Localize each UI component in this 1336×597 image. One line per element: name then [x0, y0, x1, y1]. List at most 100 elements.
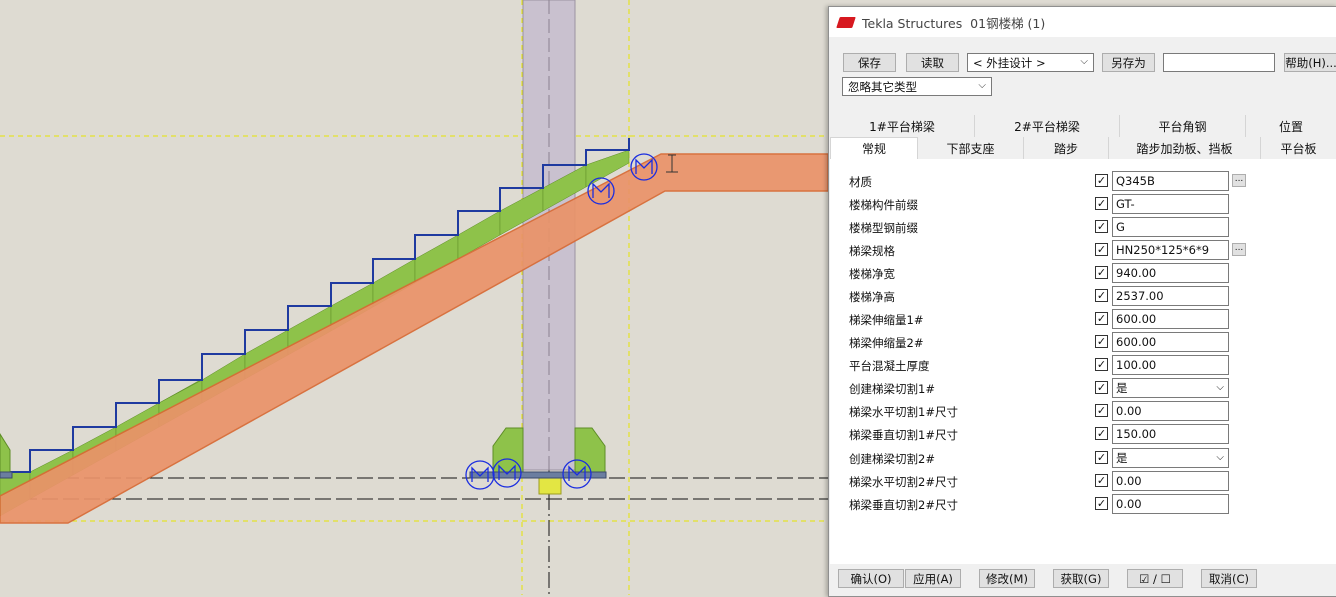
field-row-create-cut-1: 创建梯梁切割1# ✓ 是 ⌵ [830, 377, 1336, 400]
field-row-vertical-cut-1: 梯梁垂直切割1#尺寸 ✓ 150.00 [830, 423, 1336, 446]
tekla-logo-icon [836, 16, 856, 28]
field-checkbox[interactable]: ✓ [1095, 404, 1108, 417]
get-button[interactable]: 获取(G) [1053, 569, 1109, 588]
tab-platform-angle[interactable]: 平台角钢 [1120, 115, 1246, 137]
dialog-title: Tekla Structures 01钢楼梯 (1) [862, 15, 1046, 31]
save-button[interactable]: 保存 [843, 53, 896, 72]
field-row-extension-1: 梯梁伸缩量1# ✓ 600.00 [830, 308, 1336, 331]
field-label: 创建梯梁切割2# [849, 452, 935, 466]
tab-treads[interactable]: 踏步 [1024, 137, 1109, 159]
save-as-name-input[interactable] [1163, 53, 1275, 72]
apply-button[interactable]: 应用(A) [905, 569, 961, 588]
filter-select[interactable]: 忽略其它类型 ⌵ [842, 77, 992, 96]
tab-lower-support[interactable]: 下部支座 [918, 137, 1024, 159]
chevron-down-icon: ⌵ [1216, 382, 1224, 393]
field-checkbox[interactable]: ✓ [1095, 381, 1108, 394]
save-as-button[interactable]: 另存为 [1102, 53, 1155, 72]
tab-platform-plate[interactable]: 平台板 [1261, 137, 1336, 159]
field-input[interactable]: 0.00 [1112, 471, 1229, 491]
field-label: 梯梁水平切割2#尺寸 [849, 475, 958, 489]
field-checkbox[interactable]: ✓ [1095, 474, 1108, 487]
field-label: 梯梁垂直切割2#尺寸 [849, 498, 958, 512]
tab-position[interactable]: 位置 [1246, 115, 1336, 137]
field-row-horizontal-cut-1: 梯梁水平切割1#尺寸 ✓ 0.00 [830, 400, 1336, 423]
field-select[interactable]: 是 ⌵ [1112, 448, 1229, 468]
field-row-clear-height: 楼梯净高 ✓ 2537.00 [830, 285, 1336, 308]
cancel-button[interactable]: 取消(C) [1201, 569, 1257, 588]
field-checkbox[interactable]: ✓ [1095, 197, 1108, 210]
field-input[interactable]: Q345B [1112, 171, 1229, 191]
field-label: 梯梁伸缩量1# [849, 313, 924, 327]
field-checkbox[interactable]: ✓ [1095, 358, 1108, 371]
browse-button[interactable]: ... [1232, 243, 1246, 256]
field-row-extension-2: 梯梁伸缩量2# ✓ 600.00 [830, 331, 1336, 354]
field-input[interactable]: HN250*125*6*9 [1112, 240, 1229, 260]
field-checkbox[interactable]: ✓ [1095, 220, 1108, 233]
field-label: 楼梯净高 [849, 290, 895, 304]
load-button[interactable]: 读取 [906, 53, 959, 72]
field-label: 梯梁规格 [849, 244, 895, 258]
stair-properties-dialog: Tekla Structures 01钢楼梯 (1) 保存 读取 < 外挂设计 … [828, 6, 1336, 597]
field-row-concrete-thickness: 平台混凝土厚度 ✓ 100.00 [830, 354, 1336, 377]
field-label: 梯梁水平切割1#尺寸 [849, 405, 958, 419]
field-checkbox[interactable]: ✓ [1095, 427, 1108, 440]
browse-button[interactable]: ... [1232, 174, 1246, 187]
field-select-value: 是 [1116, 451, 1128, 465]
field-checkbox[interactable]: ✓ [1095, 266, 1108, 279]
field-label: 梯梁伸缩量2# [849, 336, 924, 350]
field-select-value: 是 [1116, 381, 1128, 395]
field-input[interactable]: G [1112, 217, 1229, 237]
field-input[interactable]: 2537.00 [1112, 286, 1229, 306]
field-row-create-cut-2: 创建梯梁切割2# ✓ 是 ⌵ [830, 447, 1336, 470]
field-input[interactable]: 150.00 [1112, 424, 1229, 444]
field-checkbox[interactable]: ✓ [1095, 174, 1108, 187]
field-label: 楼梯型钢前缀 [849, 221, 918, 235]
ok-button[interactable]: 确认(O) [838, 569, 904, 588]
field-input[interactable]: 600.00 [1112, 309, 1229, 329]
dialog-titlebar[interactable]: Tekla Structures 01钢楼梯 (1) [829, 7, 1336, 37]
field-checkbox[interactable]: ✓ [1095, 451, 1108, 464]
tab-general[interactable]: 常规 [830, 137, 918, 159]
modify-button[interactable]: 修改(M) [979, 569, 1035, 588]
field-label: 创建梯梁切割1# [849, 382, 935, 396]
field-input[interactable]: 100.00 [1112, 355, 1229, 375]
tab-row-front: 常规 下部支座 踏步 踏步加劲板、挡板 平台板 [830, 137, 1336, 160]
field-label: 楼梯构件前缀 [849, 198, 918, 212]
field-row-clear-width: 楼梯净宽 ✓ 940.00 [830, 262, 1336, 285]
field-row-vertical-cut-2: 梯梁垂直切割2#尺寸 ✓ 0.00 [830, 493, 1336, 516]
field-row-profile-prefix: 楼梯型钢前缀 ✓ G [830, 216, 1336, 239]
field-input[interactable]: 0.00 [1112, 401, 1229, 421]
base-plate-left [0, 471, 13, 479]
preset-select[interactable]: < 外挂设计 > ⌵ [967, 53, 1094, 72]
field-label: 平台混凝土厚度 [849, 359, 930, 373]
preset-value: < 外挂设计 > [973, 55, 1046, 70]
chevron-down-icon: ⌵ [1080, 56, 1088, 67]
tab-row-back: 1#平台梯梁 2#平台梯梁 平台角钢 位置 [830, 115, 1336, 137]
chevron-down-icon: ⌵ [978, 80, 986, 91]
field-input[interactable]: 600.00 [1112, 332, 1229, 352]
field-row-stringer-profile: 梯梁规格 ✓ HN250*125*6*9 ... [830, 239, 1336, 262]
field-input[interactable]: 940.00 [1112, 263, 1229, 283]
tab-platform-beam-2[interactable]: 2#平台梯梁 [975, 115, 1120, 137]
help-button[interactable]: 帮助(H)... [1284, 53, 1336, 72]
field-checkbox[interactable]: ✓ [1095, 312, 1108, 325]
general-tab-panel: 材质 ✓ Q345B ... 楼梯构件前缀 ✓ GT- 楼梯型钢前缀 ✓ G 梯… [830, 159, 1336, 564]
toggle-all-checkboxes-button[interactable]: ☑ / ☐ [1127, 569, 1183, 588]
tab-tread-stiffener[interactable]: 踏步加劲板、挡板 [1109, 137, 1261, 159]
field-row-member-prefix: 楼梯构件前缀 ✓ GT- [830, 193, 1336, 216]
field-row-material: 材质 ✓ Q345B ... [830, 170, 1336, 193]
field-checkbox[interactable]: ✓ [1095, 289, 1108, 302]
field-label: 材质 [849, 175, 872, 189]
field-row-horizontal-cut-2: 梯梁水平切割2#尺寸 ✓ 0.00 [830, 470, 1336, 493]
chevron-down-icon: ⌵ [1216, 452, 1224, 463]
field-label: 梯梁垂直切割1#尺寸 [849, 428, 958, 442]
field-label: 楼梯净宽 [849, 267, 895, 281]
field-input[interactable]: GT- [1112, 194, 1229, 214]
field-checkbox[interactable]: ✓ [1095, 335, 1108, 348]
field-checkbox[interactable]: ✓ [1095, 243, 1108, 256]
tab-platform-beam-1[interactable]: 1#平台梯梁 [830, 115, 975, 137]
field-input[interactable]: 0.00 [1112, 494, 1229, 514]
filter-value: 忽略其它类型 [848, 79, 917, 94]
field-checkbox[interactable]: ✓ [1095, 497, 1108, 510]
field-select[interactable]: 是 ⌵ [1112, 378, 1229, 398]
